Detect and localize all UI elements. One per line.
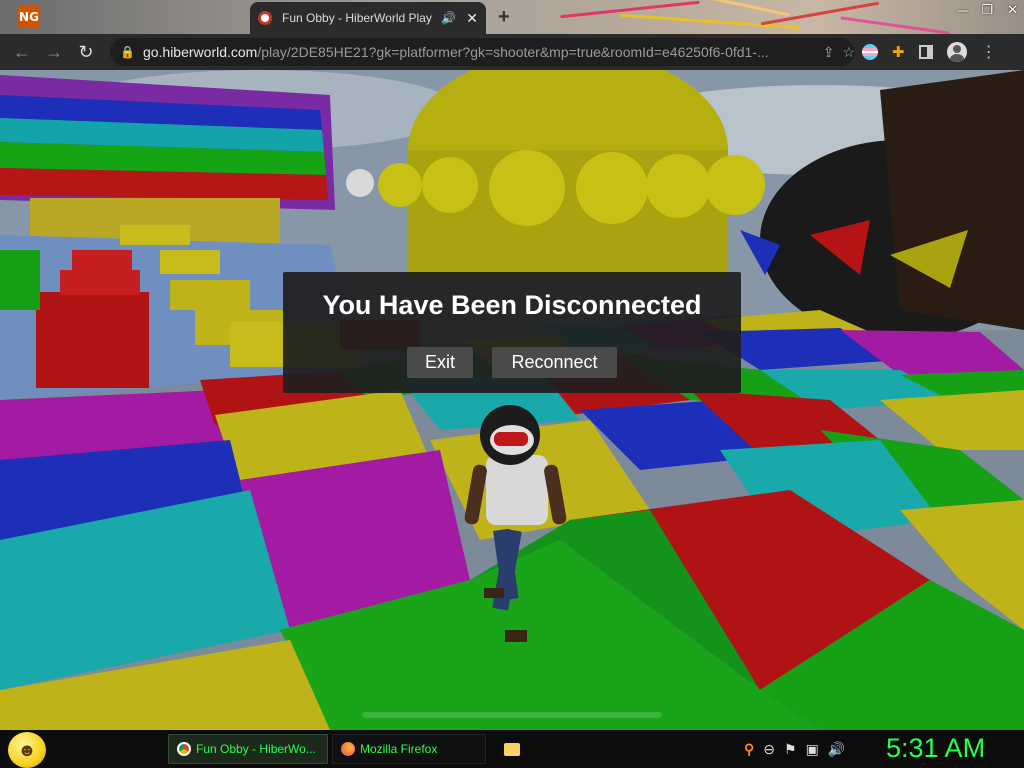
profile-icon[interactable] xyxy=(946,42,967,62)
taskbar-item-label: Mozilla Firefox xyxy=(360,742,438,756)
hiberworld-favicon-icon xyxy=(258,11,272,25)
lock-icon[interactable]: 🔒 xyxy=(120,45,135,59)
forward-arrow-icon[interactable]: → xyxy=(38,42,70,63)
url-host: go.hiberworld.com xyxy=(142,44,258,60)
minus-circle-icon[interactable]: ⊖ xyxy=(763,741,775,758)
app-logo: NG xyxy=(18,6,40,28)
new-tab-button[interactable]: + xyxy=(498,6,510,29)
extension-area: ✚ ⋮ xyxy=(862,34,997,70)
puzzle-icon[interactable]: ✚ xyxy=(892,43,905,61)
address-bar[interactable]: 🔒 go.hiberworld.com /play/2DE85HE21?gk=p… xyxy=(110,38,855,66)
tab-inactive[interactable]: NG xyxy=(0,0,248,34)
hud-progress-bar xyxy=(362,712,662,718)
reconnect-button[interactable]: Reconnect xyxy=(492,347,617,378)
taskbar-item-label: Fun Obby - HiberWo... xyxy=(196,742,316,756)
volume-icon[interactable]: 🔊 xyxy=(828,741,845,758)
game-viewport[interactable]: You Have Been Disconnected Exit Reconnec… xyxy=(0,70,1024,730)
taskbar-item-chrome[interactable]: Fun Obby - HiberWo... xyxy=(168,734,328,764)
share-icon[interactable]: ⇪ xyxy=(823,44,835,61)
firefox-icon xyxy=(341,742,355,756)
tab-strip: NG Fun Obby - HiberWorld Play 🔊 ✕ + ─ ❐ … xyxy=(0,0,1024,34)
dialog-title: You Have Been Disconnected xyxy=(322,290,702,320)
star-icon[interactable]: ☆ xyxy=(842,44,855,61)
tab-title: Fun Obby - HiberWorld Play xyxy=(282,11,432,25)
tab-active[interactable]: Fun Obby - HiberWorld Play 🔊 ✕ xyxy=(250,2,486,34)
disconnect-dialog: You Have Been Disconnected Exit Reconnec… xyxy=(283,272,741,393)
exit-button[interactable]: Exit xyxy=(407,347,473,378)
tab-close-icon[interactable]: ✕ xyxy=(466,10,478,27)
game-scene xyxy=(0,70,1024,730)
taskbar: ☻ Fun Obby - HiberWo... Mozilla Firefox … xyxy=(0,730,1024,768)
chrome-icon xyxy=(177,742,191,756)
taskbar-item-folder[interactable] xyxy=(496,734,526,764)
restore-icon[interactable]: ❐ xyxy=(981,2,993,18)
tab-audio-icon[interactable]: 🔊 xyxy=(441,11,456,25)
folder-icon xyxy=(504,742,520,756)
menu-icon[interactable]: ⋮ xyxy=(981,42,997,62)
window-close-icon[interactable]: ✕ xyxy=(1007,2,1018,18)
start-button[interactable]: ☻ xyxy=(8,732,46,768)
system-tray: ⚲ ⊖ ⚑ ▣ 🔊 xyxy=(744,730,845,768)
browser-toolbar: ← → ↻ 🔒 go.hiberworld.com /play/2DE85HE2… xyxy=(0,34,1024,70)
taskbar-item-firefox[interactable]: Mozilla Firefox xyxy=(332,734,486,764)
sidepanel-icon[interactable] xyxy=(918,45,933,59)
network-icon[interactable]: ▣ xyxy=(806,741,819,758)
minimize-icon[interactable]: ─ xyxy=(958,3,967,18)
window-controls: ─ ❐ ✕ xyxy=(958,0,1018,20)
flag-icon[interactable]: ⚑ xyxy=(784,741,797,758)
flag-extension-icon[interactable] xyxy=(862,44,878,60)
clock[interactable]: 5:31 AM xyxy=(886,733,985,764)
search-icon[interactable]: ⚲ xyxy=(744,741,754,758)
reload-icon[interactable]: ↻ xyxy=(70,42,102,63)
url-path: /play/2DE85HE21?gk=platformer?gk=shooter… xyxy=(257,44,769,60)
back-arrow-icon[interactable]: ← xyxy=(6,42,38,63)
